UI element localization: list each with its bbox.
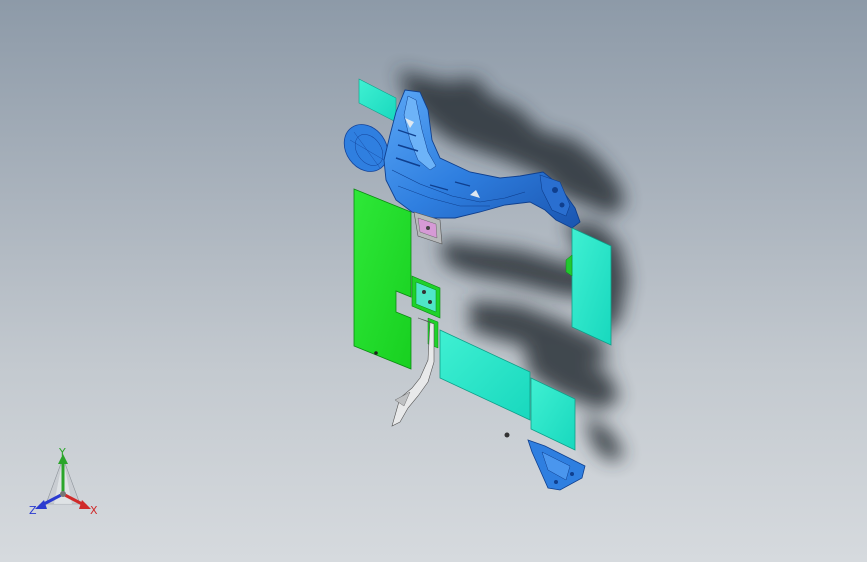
small-fastener-2[interactable] (504, 432, 510, 438)
coordinate-triad: Y Z X (22, 446, 112, 526)
triad-z-label: Z (29, 504, 37, 517)
model-scene[interactable] (0, 0, 867, 562)
small-fastener-1[interactable] (374, 351, 378, 355)
triad-x-label: X (90, 504, 98, 517)
small-bracket-middle[interactable] (411, 275, 441, 349)
cyan-panel-top[interactable] (358, 78, 397, 123)
graphics-viewport[interactable]: Y Z X (0, 0, 867, 562)
blue-bracket-bottom[interactable] (527, 439, 586, 491)
cyan-panel-right[interactable] (565, 227, 612, 346)
green-panel-left[interactable] (353, 188, 412, 370)
triad-y-label: Y (59, 446, 66, 459)
